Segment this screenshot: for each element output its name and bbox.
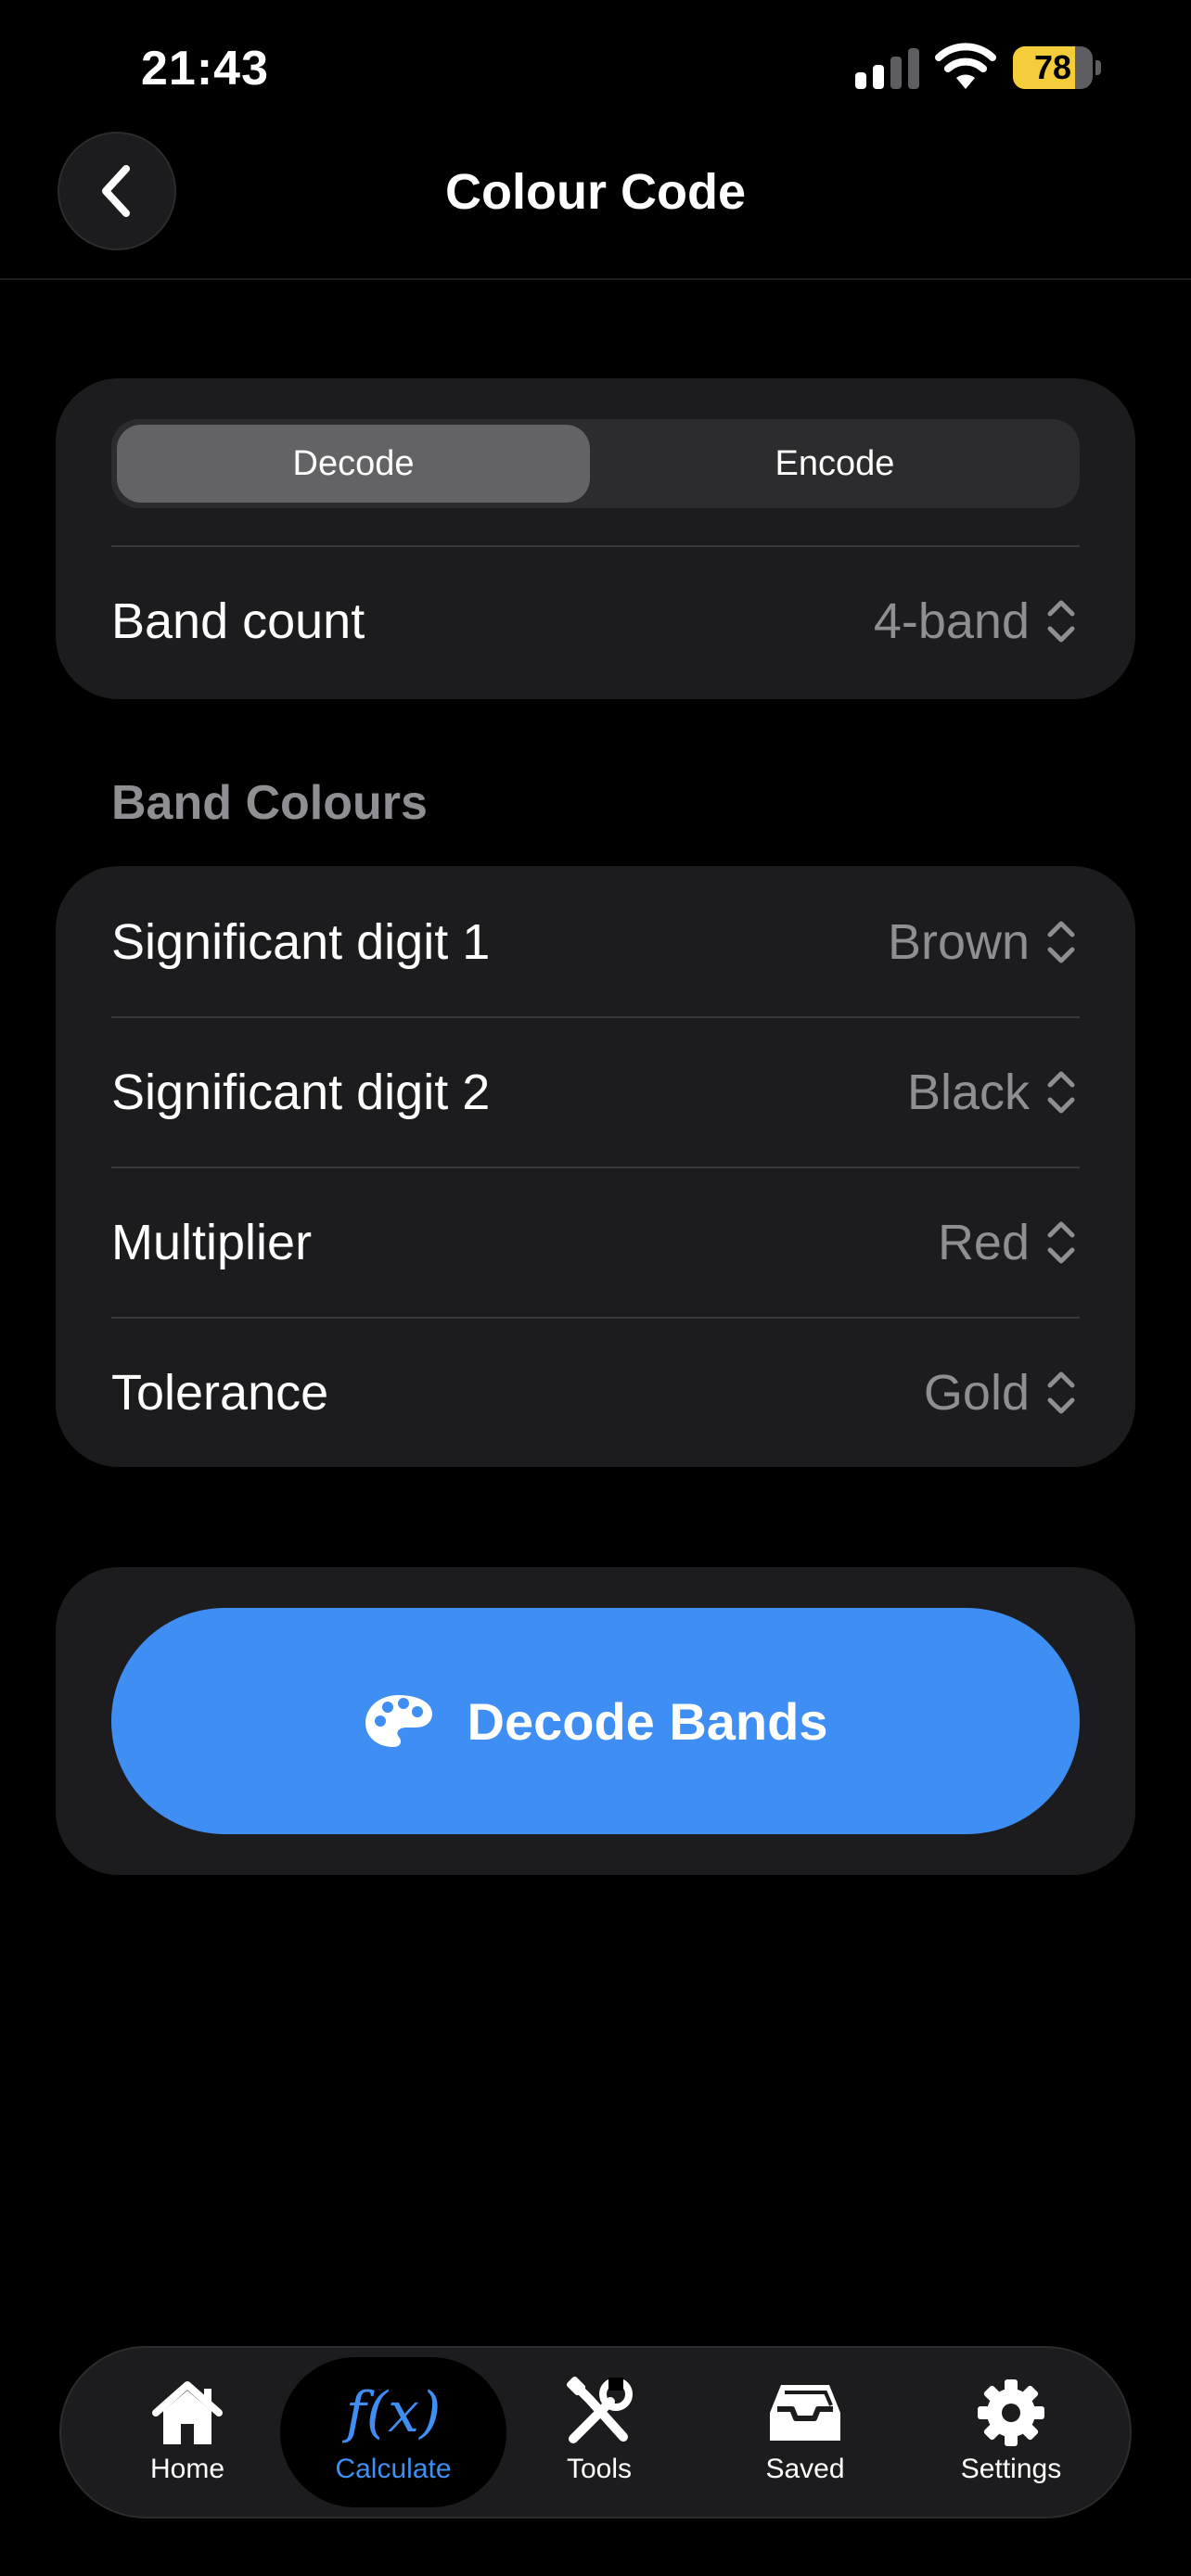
segment-decode[interactable]: Decode — [117, 425, 590, 503]
cellular-signal-icon — [855, 48, 920, 89]
tab-tools[interactable]: Tools — [486, 2357, 712, 2507]
chevron-up-down-icon — [1047, 600, 1075, 643]
band-row-tolerance[interactable]: Tolerance Gold — [111, 1319, 1080, 1467]
band-row-digit-1[interactable]: Significant digit 1 Brown — [111, 868, 1080, 1016]
tab-label: Settings — [960, 2454, 1062, 2484]
status-time: 21:43 — [141, 42, 269, 96]
function-icon: f(x) — [345, 2380, 442, 2445]
battery-level: 78 — [1033, 48, 1072, 86]
tab-label: Home — [149, 2454, 225, 2484]
mode-segmented-control: Decode Encode — [111, 419, 1080, 508]
chevron-up-down-icon — [1047, 1371, 1075, 1414]
segment-encode[interactable]: Encode — [596, 425, 1074, 503]
chevron-up-down-icon — [1047, 921, 1075, 963]
band-row-label: Multiplier — [111, 1215, 313, 1270]
chevron-up-down-icon — [1047, 1071, 1075, 1114]
chevron-up-down-icon — [1047, 1221, 1075, 1264]
band-row-value: Black — [906, 1065, 1030, 1120]
band-count-value: 4-band — [873, 593, 1030, 649]
decode-bands-label: Decode Bands — [467, 1691, 828, 1751]
page-title: Colour Code — [445, 164, 746, 220]
palette-icon — [365, 1695, 432, 1747]
tab-bar: Home f(x) Calculate Tools Saved Settings — [59, 2346, 1132, 2519]
tab-label: Saved — [765, 2454, 845, 2484]
band-row-value: Gold — [923, 1365, 1030, 1421]
band-row-multiplier[interactable]: Multiplier Red — [111, 1168, 1080, 1317]
battery-indicator: 78 — [1013, 46, 1102, 89]
tab-label: Calculate — [335, 2454, 452, 2484]
band-colours-card: Significant digit 1 Brown Significant di… — [56, 866, 1135, 1467]
section-header-band-colours: Band Colours — [111, 776, 428, 830]
navigation-bar: Colour Code — [0, 130, 1191, 280]
wifi-icon — [935, 43, 996, 89]
status-bar: 21:43 78 — [0, 0, 1191, 139]
band-count-picker[interactable]: Band count 4-band — [111, 547, 1080, 695]
wrench-screwdriver-icon — [566, 2376, 633, 2443]
tab-home[interactable]: Home — [74, 2357, 301, 2507]
gear-icon — [978, 2379, 1044, 2446]
tab-label: Tools — [566, 2454, 633, 2484]
band-row-label: Tolerance — [111, 1365, 329, 1421]
band-row-digit-2[interactable]: Significant digit 2 Black — [111, 1018, 1080, 1167]
house-icon — [152, 2381, 223, 2444]
tab-saved[interactable]: Saved — [692, 2357, 918, 2507]
tab-calculate[interactable]: f(x) Calculate — [280, 2357, 506, 2507]
band-count-label: Band count — [111, 593, 365, 649]
action-card: Decode Bands — [56, 1567, 1135, 1875]
band-row-label: Significant digit 2 — [111, 1065, 491, 1120]
tray-icon — [770, 2385, 840, 2441]
decode-bands-button[interactable]: Decode Bands — [111, 1608, 1080, 1834]
mode-card: Decode Encode Band count 4-band — [56, 378, 1135, 699]
tab-settings[interactable]: Settings — [898, 2357, 1124, 2507]
band-row-value: Brown — [887, 914, 1030, 970]
band-row-value: Red — [937, 1215, 1030, 1270]
band-row-label: Significant digit 1 — [111, 914, 491, 970]
